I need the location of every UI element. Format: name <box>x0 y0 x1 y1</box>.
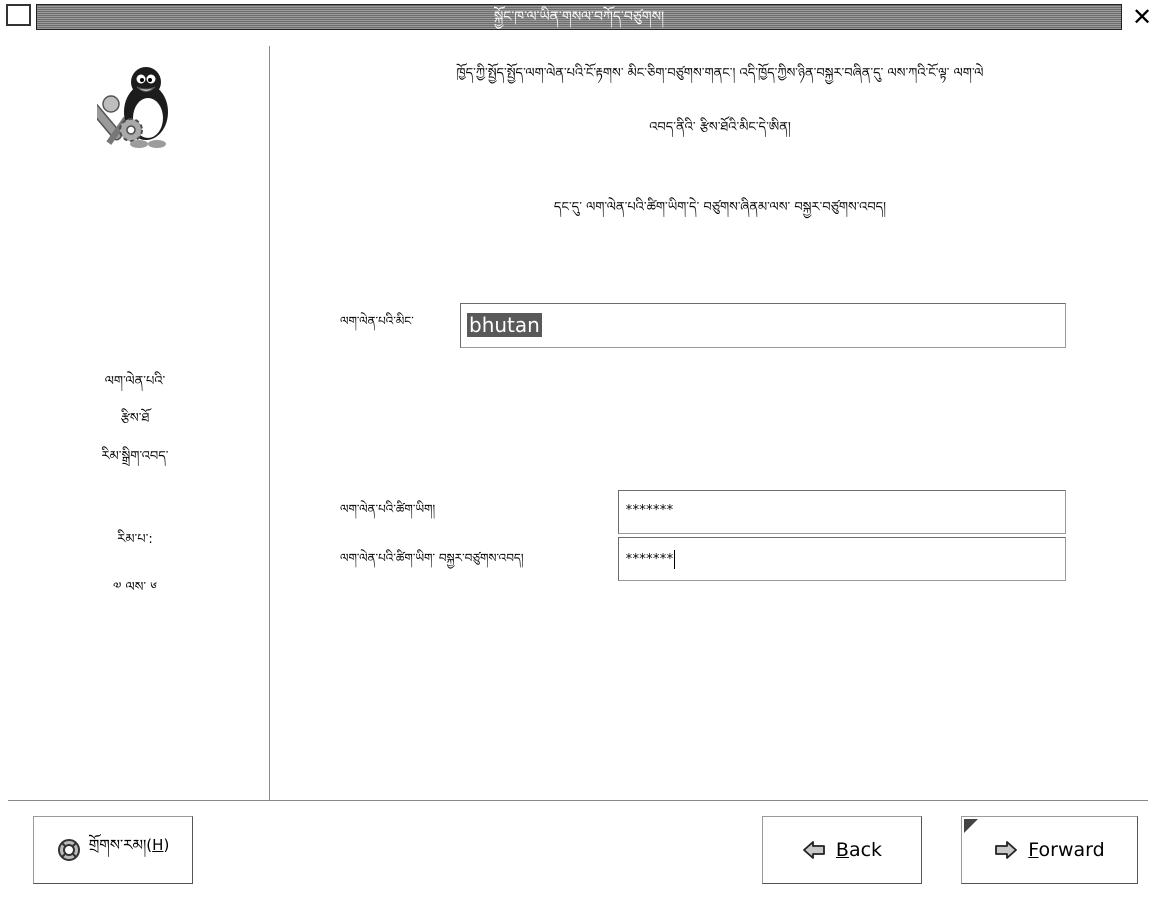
window-title: སྐྱོང་ཁ་ལ་ཡིན་གསལ་བཀོད་བཙུགས། <box>493 9 665 25</box>
confirm-password-field[interactable]: ******* <box>618 537 1066 581</box>
side-step-title-3: རིམ་སྒྲིག་འབད་ <box>101 449 169 464</box>
intro-text-line-2: འབད་ནིའི་ རྩིས་ཐོའི་མིང་དེ་ཨིན། <box>649 120 791 135</box>
side-step-title-2: རྩིས་ཐོ <box>120 411 150 426</box>
side-step-label: རིམ་པ་: <box>117 532 153 547</box>
username-selected-text: bhutan <box>467 313 542 337</box>
arrow-left-icon <box>803 841 825 859</box>
confirm-password-label: ལག་ལེན་པའི་ཚིག་ཡིག་ བསྐྱར་བཙུགས་འབད། <box>340 551 524 565</box>
confirm-password-value: ******* <box>625 552 674 567</box>
side-step-title-1: ལག་ལེན་པའི་ <box>104 374 166 389</box>
title-bar: སྐྱོང་ཁ་ལ་ཡིན་གསལ་བཀོད་བཙུགས། ✕ <box>0 0 1161 38</box>
close-icon[interactable]: ✕ <box>1127 2 1157 32</box>
title-bar-drag-area[interactable]: སྐྱོང་ཁ་ལ་ཡིན་གསལ་བཀོད་བཙུགས། <box>36 4 1122 30</box>
text-caret <box>673 550 675 569</box>
intro-text-line-1: ཁྱོད་ཀྱི་སྤྱོད་སྤྱོད་ལག་ལེན་པའི་ངོ་རྟགས་… <box>456 66 984 81</box>
window-menu-icon[interactable] <box>6 4 31 26</box>
username-field[interactable]: bhutan <box>460 303 1066 348</box>
default-button-marker <box>964 819 978 833</box>
forward-button-label: Forward <box>1028 839 1105 861</box>
forward-button[interactable]: Forward <box>961 816 1138 884</box>
side-step-count: ༧ ལས་ ༦ <box>113 580 157 595</box>
horizontal-divider <box>8 800 1148 801</box>
back-button[interactable]: Back <box>762 816 922 884</box>
back-button-label: Back <box>835 839 883 861</box>
intro-text-line-3: དང་དུ་ ལག་ལེན་པའི་ཚིག་ཡིག་དེ་ བཙུགས་ཞིནམ… <box>553 200 887 215</box>
password-field[interactable]: ******* <box>618 490 1066 534</box>
help-button[interactable]: གྲོགས་རམ།(H) <box>33 816 193 884</box>
arrow-right-icon <box>995 841 1018 859</box>
password-label: ལག་ལེན་པའི་ཚིག་ཡིག། <box>340 502 436 516</box>
tux-tools-icon <box>97 67 168 148</box>
help-lifebuoy-icon <box>57 839 80 861</box>
password-value: ******* <box>625 503 674 518</box>
username-label: ལག་ལེན་པའི་མིང་ <box>340 314 414 328</box>
help-button-label: གྲོགས་རམ།(H) <box>88 836 170 854</box>
